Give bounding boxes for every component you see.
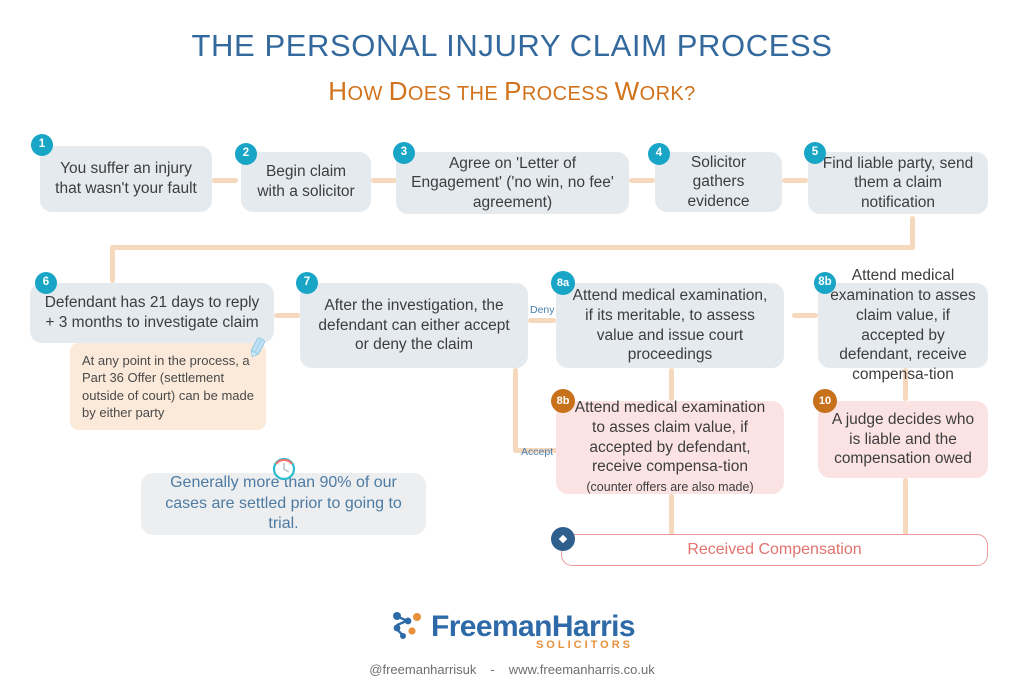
connector-1-2: [212, 178, 238, 183]
connector-3-4: [629, 178, 655, 183]
step-badge-8a: 8a: [551, 271, 575, 295]
step-box-1[interactable]: You suffer an injury that wasn't your fa…: [40, 146, 212, 212]
step-8a-label: Attend medical examination, if its merit…: [572, 287, 768, 364]
footer-links: @freemanharrisuk - www.freemanharris.co.uk: [0, 662, 1024, 677]
connector-8a-9: [792, 313, 818, 318]
step-8b-text: Attend medical examination to asses clai…: [574, 399, 766, 476]
brand-logo: FreemanHarris SOLICITORS: [0, 608, 1024, 650]
step-box-9[interactable]: Attend medical examination to asses clai…: [818, 267, 988, 383]
connector-down-to-6: [110, 245, 115, 283]
step-box-4[interactable]: Solicitor gathers evidence: [655, 152, 782, 212]
step-10-label: A judge decides who is liable and the co…: [831, 410, 975, 468]
logo-name-first: Freeman: [431, 609, 552, 643]
step-3-label: Agree on 'Letter of Engagement' ('no win…: [411, 154, 614, 211]
part-36-note: At any point in the process, a Part 36 O…: [70, 343, 266, 431]
step-8b-note: (counter offers are also made): [586, 480, 754, 495]
connector-4-5: [782, 178, 808, 183]
step-5-label: Find liable party, send them a claim not…: [822, 154, 974, 211]
step-box-8b[interactable]: Attend medical examination to asses clai…: [556, 398, 784, 496]
infographic-canvas: THE PERSONAL INJURY CLAIM PROCESS HOW DO…: [0, 0, 1024, 683]
step-box-3[interactable]: Agree on 'Letter of Engagement' ('no win…: [396, 152, 629, 214]
step-6-label: Defendant has 21 days to reply + 3 month…: [44, 294, 260, 331]
page-title: THE PERSONAL INJURY CLAIM PROCESS: [191, 28, 833, 63]
logo-name-second: Harris: [551, 609, 636, 643]
step-badge-8b: 8b: [551, 389, 575, 413]
step-badge-6: 6: [35, 272, 57, 294]
subtitle-text: HOW DOES THE PROCESS WORK?: [328, 76, 696, 106]
footer-separator: -: [490, 662, 495, 677]
connector-accept-vertical: [513, 368, 518, 452]
connector-8b-result: [669, 494, 674, 536]
step-badge-5: 5: [804, 142, 826, 164]
step-2-label: Begin claim with a solicitor: [257, 163, 355, 200]
diamond-glyph: [558, 534, 568, 544]
step-box-2[interactable]: Begin claim with a solicitor: [241, 152, 371, 212]
step-badge-9: 8b: [814, 272, 836, 294]
step-9-label: Attend medical examination to asses clai…: [830, 267, 976, 383]
logo-mark-icon: [389, 608, 423, 645]
page-subtitle: HOW DOES THE PROCESS WORK?: [0, 76, 1024, 107]
connector-7-8a: [528, 318, 556, 323]
received-compensation-bar[interactable]: Received Compensation: [561, 534, 988, 566]
received-compensation-label: Received Compensation: [687, 541, 862, 558]
path-label-deny: Deny: [530, 304, 555, 316]
social-handle[interactable]: @freemanharrisuk: [369, 662, 476, 677]
website-url[interactable]: www.freemanharris.co.uk: [509, 662, 655, 677]
connector-8a-8b: [669, 368, 674, 401]
step-4-label: Solicitor gathers evidence: [687, 153, 750, 210]
connector-5-to-6-horizontal: [110, 245, 915, 250]
connector-2-3: [371, 178, 397, 183]
paperclip-icon: [247, 337, 267, 364]
clock-icon: [271, 456, 297, 487]
step-box-8a[interactable]: Attend medical examination, if its merit…: [556, 283, 784, 368]
part-36-note-text: At any point in the process, a Part 36 O…: [82, 353, 254, 420]
path-label-accept: Accept: [521, 446, 554, 458]
step-box-5[interactable]: Find liable party, send them a claim not…: [808, 152, 988, 214]
step-badge-10: 10: [813, 389, 837, 413]
result-marker-icon: [551, 527, 575, 551]
logo-subtitle: SOLICITORS: [535, 638, 633, 651]
step-1-label: You suffer an injury that wasn't your fa…: [55, 160, 197, 197]
step-8b-label: Attend medical examination to asses clai…: [568, 398, 772, 496]
step-badge-3: 3: [393, 142, 415, 164]
step-badge-7: 7: [296, 272, 318, 294]
connector-10-result: [903, 478, 908, 536]
step-badge-2: 2: [235, 143, 257, 165]
step-box-7[interactable]: After the investigation, the defendant c…: [300, 283, 528, 368]
step-box-6[interactable]: Defendant has 21 days to reply + 3 month…: [30, 283, 274, 343]
step-badge-1: 1: [31, 134, 53, 156]
step-badge-4: 4: [648, 143, 670, 165]
logo-wordmark: FreemanHarris SOLICITORS: [431, 609, 636, 650]
connector-6-7: [274, 313, 300, 318]
step-7-label: After the investigation, the defendant c…: [318, 296, 510, 354]
step-box-10[interactable]: A judge decides who is liable and the co…: [818, 401, 988, 478]
